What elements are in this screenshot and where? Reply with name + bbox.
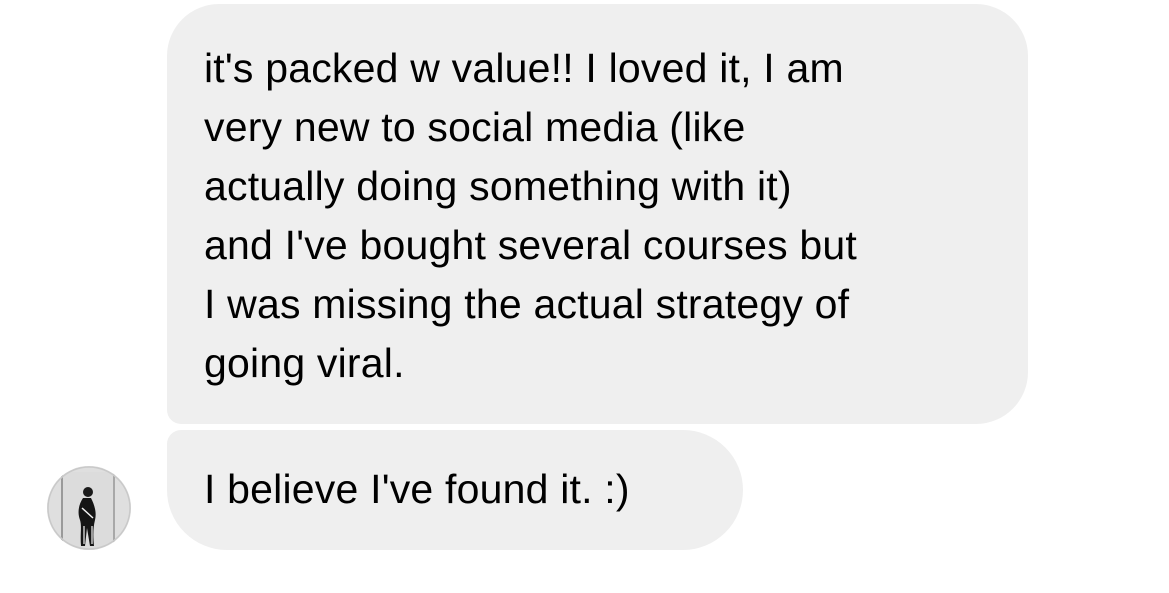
message-text-line: it's packed w value!! I loved it, I am — [204, 45, 844, 91]
message-text-line: I believe I've found it. :) — [204, 466, 630, 512]
message-bubble[interactable]: I believe I've found it. :) — [167, 430, 743, 550]
profile-photo-icon — [47, 466, 131, 550]
avatar[interactable] — [47, 466, 131, 550]
message-text-line: and I've bought several courses but — [204, 222, 858, 268]
message-thread: it's packed w value!! I loved it, I am v… — [0, 0, 1169, 593]
message-text-line: going viral. — [204, 340, 405, 386]
message-bubble[interactable]: it's packed w value!! I loved it, I am v… — [167, 4, 1028, 424]
message-text-line: actually doing something with it) — [204, 163, 792, 209]
message-text-line: very new to social media (like — [204, 104, 746, 150]
message-text-line: I was missing the actual strategy of — [204, 281, 850, 327]
